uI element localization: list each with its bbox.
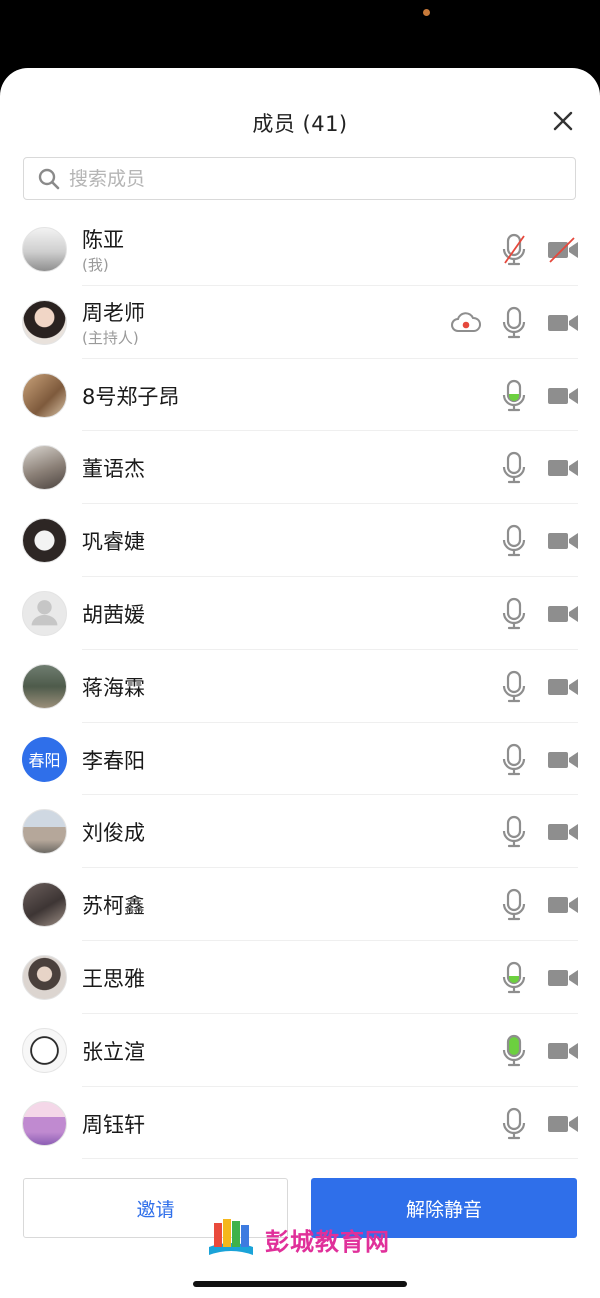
member-name: 8号郑子昂 <box>82 384 180 409</box>
search-input[interactable] <box>67 166 575 191</box>
member-name: 巩睿婕 <box>82 530 145 555</box>
camera-indicator <box>423 9 430 16</box>
camera-icon[interactable] <box>546 310 580 336</box>
watermark: 彭城教育网 <box>205 1217 390 1261</box>
avatar[interactable] <box>22 1027 67 1073</box>
member-row[interactable]: 陈亚 (我) <box>0 213 600 286</box>
member-row[interactable]: 蒋海霖 <box>0 650 600 723</box>
member-row[interactable]: 8号郑子昂 <box>0 359 600 432</box>
mic-icon[interactable] <box>500 1034 528 1068</box>
camera-icon[interactable] <box>546 819 580 845</box>
member-name: 刘俊成 <box>82 821 145 846</box>
member-name: 张立渲 <box>82 1039 145 1064</box>
member-row[interactable]: 董语杰 <box>0 431 600 505</box>
camera-icon[interactable] <box>546 601 580 627</box>
mic-icon[interactable] <box>500 815 528 849</box>
member-row[interactable]: 胡茜媛 <box>0 577 600 650</box>
avatar[interactable] <box>22 663 67 709</box>
member-name: 胡茜媛 <box>82 602 145 627</box>
search-box[interactable] <box>23 157 576 200</box>
close-icon <box>553 111 573 131</box>
mic-icon[interactable] <box>500 379 528 413</box>
mic-icon[interactable] <box>500 1107 528 1141</box>
member-name: 王思雅 <box>82 966 145 991</box>
camera-icon[interactable] <box>546 1038 580 1064</box>
mic-icon[interactable] <box>500 306 528 340</box>
camera-icon[interactable] <box>546 892 580 918</box>
avatar[interactable] <box>22 1100 67 1146</box>
member-list: 陈亚 (我) 周老师 (主持人) 8号郑子昂董语杰巩睿婕胡茜媛蒋海霖春阳 李春阳刘俊成苏柯… <box>0 213 600 1160</box>
page-title: 成员 (41) <box>252 112 348 136</box>
member-row[interactable]: 刘俊成 <box>0 795 600 869</box>
watermark-text: 彭城教育网 <box>265 1227 390 1256</box>
camera-icon[interactable] <box>546 455 580 481</box>
cloud-record-icon <box>450 310 482 336</box>
member-row[interactable]: 春阳 李春阳 <box>0 723 600 796</box>
mic-icon[interactable] <box>500 961 528 995</box>
search-icon <box>38 168 60 189</box>
members-sheet: 成员 (41) 陈亚 (我) 周老师 (主持人) 8号郑子昂董语杰巩睿婕胡茜媛蒋海霖春阳… <box>0 68 600 1298</box>
avatar[interactable]: 春阳 <box>22 736 67 782</box>
default-avatar-icon <box>31 600 58 626</box>
mic-icon[interactable] <box>500 670 528 704</box>
member-row[interactable]: 巩睿婕 <box>0 504 600 577</box>
close-button[interactable] <box>548 106 578 136</box>
member-name: 李春阳 <box>82 748 145 773</box>
camera-icon[interactable] <box>546 528 580 554</box>
camera-off-icon[interactable] <box>546 237 580 263</box>
camera-icon[interactable] <box>546 674 580 700</box>
mic-icon[interactable] <box>500 451 528 485</box>
member-role: (主持人) <box>82 328 139 347</box>
row-divider <box>82 1158 578 1160</box>
avatar[interactable] <box>22 227 67 272</box>
camera-icon[interactable] <box>546 747 580 773</box>
member-role: (我) <box>82 256 109 274</box>
avatar[interactable] <box>22 882 67 928</box>
book-logo-icon <box>209 1219 253 1255</box>
member-name: 周老师 <box>82 300 145 325</box>
avatar[interactable] <box>22 445 67 491</box>
camera-icon[interactable] <box>546 1111 580 1137</box>
member-row[interactable]: 周钰轩 <box>0 1087 600 1160</box>
member-name: 蒋海霖 <box>82 675 145 700</box>
avatar[interactable] <box>22 299 67 345</box>
member-name: 董语杰 <box>82 457 145 482</box>
avatar[interactable] <box>22 954 67 1000</box>
avatar[interactable] <box>22 372 67 418</box>
member-row[interactable]: 王思雅 <box>0 941 600 1014</box>
member-name: 周钰轩 <box>82 1112 145 1137</box>
mic-muted-icon[interactable] <box>500 233 528 267</box>
mic-icon[interactable] <box>500 888 528 922</box>
mic-icon[interactable] <box>500 524 528 558</box>
mic-icon[interactable] <box>500 597 528 631</box>
member-name: 苏柯鑫 <box>82 894 145 919</box>
home-indicator[interactable] <box>193 1281 407 1287</box>
mic-icon[interactable] <box>500 743 528 777</box>
camera-icon[interactable] <box>546 965 580 991</box>
avatar[interactable] <box>22 809 67 855</box>
member-row[interactable]: 苏柯鑫 <box>0 868 600 941</box>
avatar[interactable] <box>22 590 67 636</box>
member-row[interactable]: 张立渲 <box>0 1014 600 1087</box>
camera-icon[interactable] <box>546 383 580 409</box>
avatar[interactable] <box>22 518 67 564</box>
member-name: 陈亚 <box>82 228 124 252</box>
member-row[interactable]: 周老师 (主持人) <box>0 286 600 359</box>
